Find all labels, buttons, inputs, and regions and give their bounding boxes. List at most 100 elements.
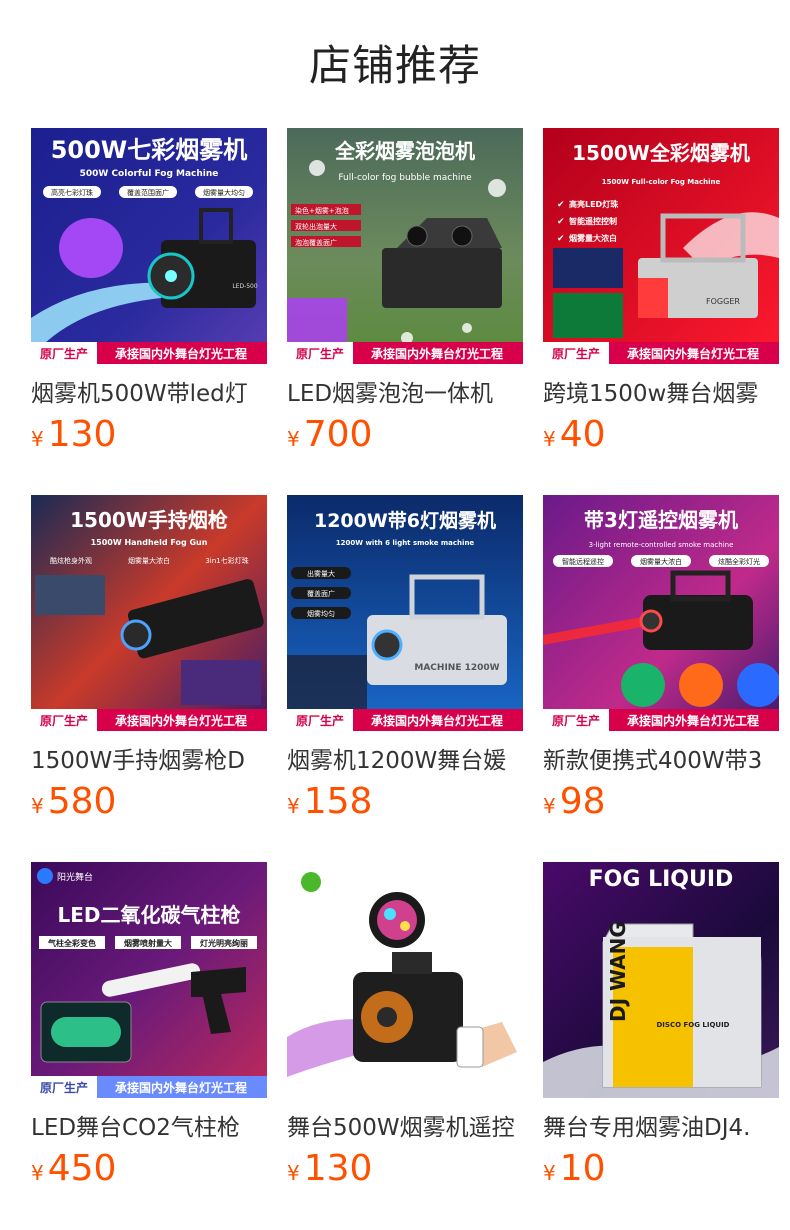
image-model: LED-500 <box>232 283 258 290</box>
price-value: 10 <box>559 1148 606 1189</box>
image-tag: 染色+烟雾+泡泡 <box>295 206 349 215</box>
product-name[interactable]: 烟雾机500W带led灯 <box>31 377 267 411</box>
image-headline: 1500W全彩烟雾机 <box>572 141 750 165</box>
image-footer: 承接国内外舞台灯光工程 <box>115 713 247 728</box>
image-tag: 3in1七彩灯珠 <box>205 556 248 565</box>
currency-symbol: ¥ <box>543 794 556 818</box>
image-badge: 原厂生产 <box>296 346 344 361</box>
product-card[interactable]: 阳光舞台 LED二氧化碳气柱枪 气柱全彩变色 烟雾喷射量大 灯光明亮绚丽 原厂生… <box>31 862 267 1192</box>
currency-symbol: ¥ <box>31 1161 44 1185</box>
image-tag: 双轮出泡量大 <box>295 222 337 231</box>
currency-symbol: ¥ <box>543 427 556 451</box>
image-tag: 高亮七彩灯珠 <box>51 188 93 197</box>
product-image[interactable] <box>287 862 523 1098</box>
currency-symbol: ¥ <box>543 1161 556 1185</box>
price-value: 130 <box>303 1148 373 1189</box>
image-subline: 1500W Handheld Fog Gun <box>91 538 208 547</box>
product-name[interactable]: 舞台专用烟雾油DJ4. <box>543 1111 779 1145</box>
image-subline: 500W Colorful Fog Machine <box>80 169 219 179</box>
product-price: ¥10 <box>543 1146 606 1192</box>
image-badge: 原厂生产 <box>552 713 600 728</box>
image-model: MACHINE 1200W <box>414 663 499 673</box>
product-image[interactable]: 带3灯遥控烟雾机 3-light remote-controlled smoke… <box>543 495 779 731</box>
image-badge: 原厂生产 <box>40 1080 88 1095</box>
product-image[interactable]: 1200W带6灯烟雾机 1200W with 6 light smoke mac… <box>287 495 523 731</box>
image-tag: 高亮LED灯珠 <box>569 199 619 209</box>
image-badge: 原厂生产 <box>296 713 344 728</box>
image-footer: 承接国内外舞台灯光工程 <box>115 346 247 361</box>
product-image[interactable]: 全彩烟雾泡泡机 Full-color fog bubble machine 染色… <box>287 128 523 364</box>
image-subline: Full-color fog bubble machine <box>338 173 472 183</box>
image-footer: 承接国内外舞台灯光工程 <box>627 713 759 728</box>
image-tag: 灯光明亮绚丽 <box>200 938 248 948</box>
image-headline: 带3灯遥控烟雾机 <box>584 508 738 532</box>
image-footer: 承接国内外舞台灯光工程 <box>371 346 503 361</box>
currency-symbol: ¥ <box>287 427 300 451</box>
image-tag: 烟雾量大均匀 <box>203 188 245 197</box>
image-tag: 烟雾量大浓白 <box>640 557 682 566</box>
price-value: 40 <box>559 414 606 455</box>
check-icon: ✔ <box>557 200 565 210</box>
product-price: ¥580 <box>31 779 116 825</box>
currency-symbol: ¥ <box>31 427 44 451</box>
product-name[interactable]: 舞台500W烟雾机遥控 <box>287 1111 523 1145</box>
product-card[interactable]: 1500W手持烟枪 1500W Handheld Fog Gun 酷炫枪身外观 … <box>31 495 267 825</box>
product-name[interactable]: LED烟雾泡泡一体机 <box>287 377 523 411</box>
product-price: ¥700 <box>287 412 372 458</box>
image-badge: 原厂生产 <box>40 713 88 728</box>
product-card[interactable]: 1200W带6灯烟雾机 1200W with 6 light smoke mac… <box>287 495 523 825</box>
product-image[interactable]: 1500W全彩烟雾机 1500W Full-color Fog Machine … <box>543 128 779 364</box>
image-tag: 智能遥控控制 <box>569 216 617 226</box>
image-brand: 阳光舞台 <box>57 871 93 883</box>
image-headline: 全彩烟雾泡泡机 <box>334 139 475 163</box>
image-headline: 500W七彩烟雾机 <box>51 136 248 164</box>
currency-symbol: ¥ <box>287 794 300 818</box>
product-card[interactable]: 带3灯遥控烟雾机 3-light remote-controlled smoke… <box>543 495 779 825</box>
product-card[interactable]: 1500W全彩烟雾机 1500W Full-color Fog Machine … <box>543 128 779 458</box>
image-badge: 原厂生产 <box>40 346 88 361</box>
image-badge: 原厂生产 <box>552 346 600 361</box>
product-price: ¥98 <box>543 779 606 825</box>
image-tag: 烟雾量大浓白 <box>128 556 170 565</box>
currency-symbol: ¥ <box>287 1161 300 1185</box>
image-footer: 承接国内外舞台灯光工程 <box>627 346 759 361</box>
image-footer: 承接国内外舞台灯光工程 <box>371 713 503 728</box>
price-value: 580 <box>47 781 117 822</box>
product-price: ¥158 <box>287 779 372 825</box>
product-image[interactable]: 500W七彩烟雾机 500W Colorful Fog Machine 高亮七彩… <box>31 128 267 364</box>
product-card[interactable]: FOG LIQUID DJ WANG DISCO FOG LIQUID 舞台专用… <box>543 862 779 1192</box>
product-price: ¥130 <box>31 412 116 458</box>
image-tag: 烟雾均匀 <box>307 609 335 618</box>
product-name[interactable]: 新款便携式400W带3 <box>543 744 779 778</box>
image-tag: 覆盖范围面广 <box>127 188 169 197</box>
product-card[interactable]: 舞台500W烟雾机遥控 ¥130 <box>287 862 523 1192</box>
product-card[interactable]: 全彩烟雾泡泡机 Full-color fog bubble machine 染色… <box>287 128 523 458</box>
image-headline: LED二氧化碳气柱枪 <box>57 903 240 927</box>
product-card[interactable]: 500W七彩烟雾机 500W Colorful Fog Machine 高亮七彩… <box>31 128 267 458</box>
product-name[interactable]: 跨境1500w舞台烟雾 <box>543 377 779 411</box>
product-name[interactable]: LED舞台CO2气柱枪 <box>31 1111 267 1145</box>
image-headline: 1500W手持烟枪 <box>70 508 228 532</box>
image-tag: 气柱全彩变色 <box>47 938 96 948</box>
image-tag: 炫酷全彩灯光 <box>718 557 760 566</box>
currency-symbol: ¥ <box>31 794 44 818</box>
product-name[interactable]: 1500W手持烟雾枪D <box>31 744 267 778</box>
image-footer: 承接国内外舞台灯光工程 <box>115 1080 247 1095</box>
image-tag: 酷炫枪身外观 <box>50 556 92 565</box>
product-image[interactable]: FOG LIQUID DJ WANG DISCO FOG LIQUID <box>543 862 779 1098</box>
image-brand: DJ WANG <box>606 921 630 1022</box>
product-image[interactable]: 1500W手持烟枪 1500W Handheld Fog Gun 酷炫枪身外观 … <box>31 495 267 731</box>
product-image[interactable]: 阳光舞台 LED二氧化碳气柱枪 气柱全彩变色 烟雾喷射量大 灯光明亮绚丽 原厂生… <box>31 862 267 1098</box>
image-model: FOGGER <box>706 297 740 306</box>
image-subline: 1200W with 6 light smoke machine <box>336 539 475 547</box>
price-value: 130 <box>47 414 117 455</box>
image-subline: 3-light remote-controlled smoke machine <box>589 541 734 549</box>
check-icon: ✔ <box>557 234 565 244</box>
image-tag: 泡泡覆盖面广 <box>295 238 337 247</box>
image-label: DISCO FOG LIQUID <box>656 1021 729 1029</box>
product-price: ¥130 <box>287 1146 372 1192</box>
product-name[interactable]: 烟雾机1200W舞台媛 <box>287 744 523 778</box>
price-value: 158 <box>303 781 373 822</box>
image-tag: 烟雾喷射量大 <box>124 938 172 948</box>
price-value: 700 <box>303 414 373 455</box>
